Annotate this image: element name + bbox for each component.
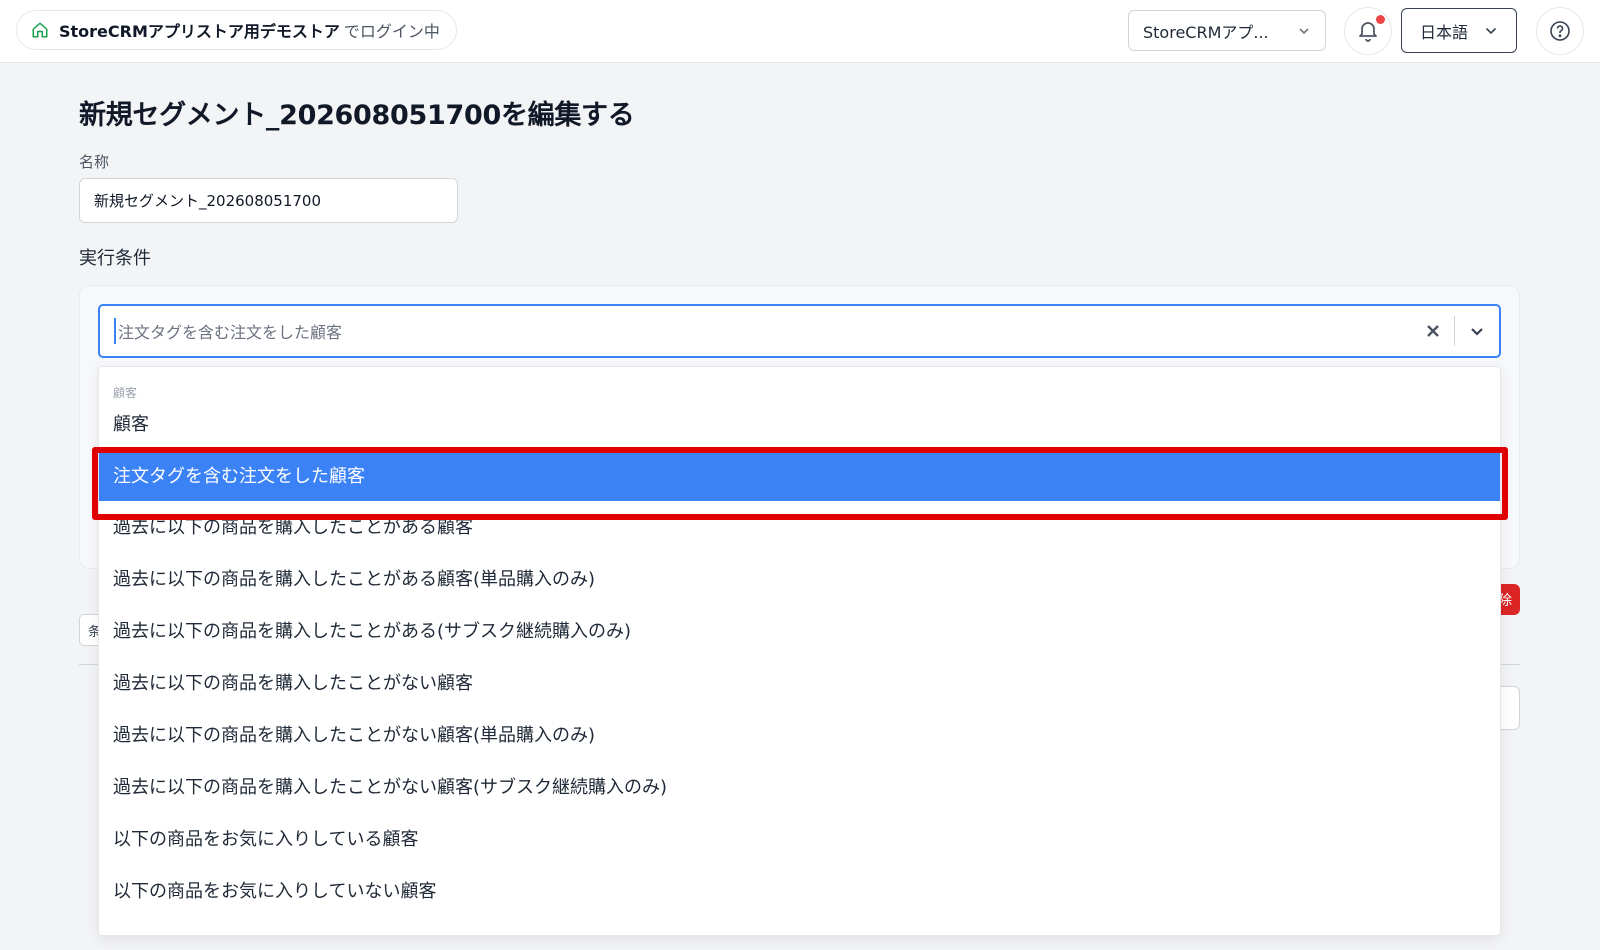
menu-option[interactable]: 過去に以下の商品を購入したことがない顧客(単品購入のみ): [99, 708, 1500, 760]
help-button[interactable]: [1536, 7, 1584, 55]
close-icon: [1427, 325, 1439, 337]
home-icon: [31, 21, 49, 39]
menu-option[interactable]: 過去に以下の商品を購入したことがある(サブスク継続購入のみ): [99, 604, 1500, 656]
notification-badge: [1375, 14, 1386, 25]
language-label: 日本語: [1420, 22, 1469, 42]
chevron-down-icon: [1471, 328, 1483, 336]
store-switcher-label: StoreCRMアプ...: [1143, 22, 1269, 42]
menu-option[interactable]: 顧客: [99, 397, 1500, 449]
conditions-label: 実行条件: [79, 248, 151, 269]
menu-option[interactable]: 過去に以下の商品を購入したことがある顧客: [99, 500, 1500, 552]
menu-option[interactable]: 過去に以下の商品を購入したことがない顧客: [99, 656, 1500, 708]
chevron-down-icon: [1484, 24, 1498, 38]
language-select[interactable]: 日本語: [1401, 8, 1517, 53]
condition-select-value: 注文タグを含む注文をした顧客: [118, 323, 343, 342]
clear-selection-button[interactable]: [1412, 306, 1454, 356]
store-name: StoreCRMアプリストア用デモストア: [59, 22, 340, 41]
store-home-link[interactable]: StoreCRMアプリストア用デモストア でログイン中: [16, 10, 457, 50]
menu-option[interactable]: 過去に以下の商品を購入したことがない顧客(サブスク継続購入のみ): [99, 760, 1500, 812]
menu-option[interactable]: 以下の商品をお気に入りしていない顧客: [99, 864, 1500, 916]
name-label: 名称: [79, 153, 110, 171]
menu-option-selected[interactable]: 注文タグを含む注文をした顧客: [99, 449, 1500, 501]
name-input[interactable]: [79, 178, 458, 223]
store-switcher-select[interactable]: StoreCRMアプ...: [1128, 10, 1326, 51]
menu-option[interactable]: 過去に以下の商品を購入したことがある顧客(単品購入のみ): [99, 552, 1500, 604]
condition-select[interactable]: 注文タグを含む注文をした顧客: [98, 304, 1501, 358]
login-status-text: でログイン中: [343, 22, 440, 41]
chevron-down-icon: [1297, 24, 1311, 38]
menu-option[interactable]: 以下の商品をお気に入りしている顧客: [99, 812, 1500, 864]
help-icon: [1550, 21, 1570, 41]
condition-dropdown-menu: 顧客 顧客 注文タグを含む注文をした顧客 過去に以下の商品を購入したことがある顧客過…: [98, 366, 1501, 936]
notifications-button[interactable]: [1344, 7, 1392, 55]
text-caret: [114, 318, 116, 344]
page-title: 新規セグメント_202608051700を編集する: [79, 100, 635, 131]
top-bar: StoreCRMアプリストア用デモストア でログイン中 StoreCRMアプ...…: [0, 0, 1600, 63]
dropdown-toggle[interactable]: [1455, 306, 1499, 356]
